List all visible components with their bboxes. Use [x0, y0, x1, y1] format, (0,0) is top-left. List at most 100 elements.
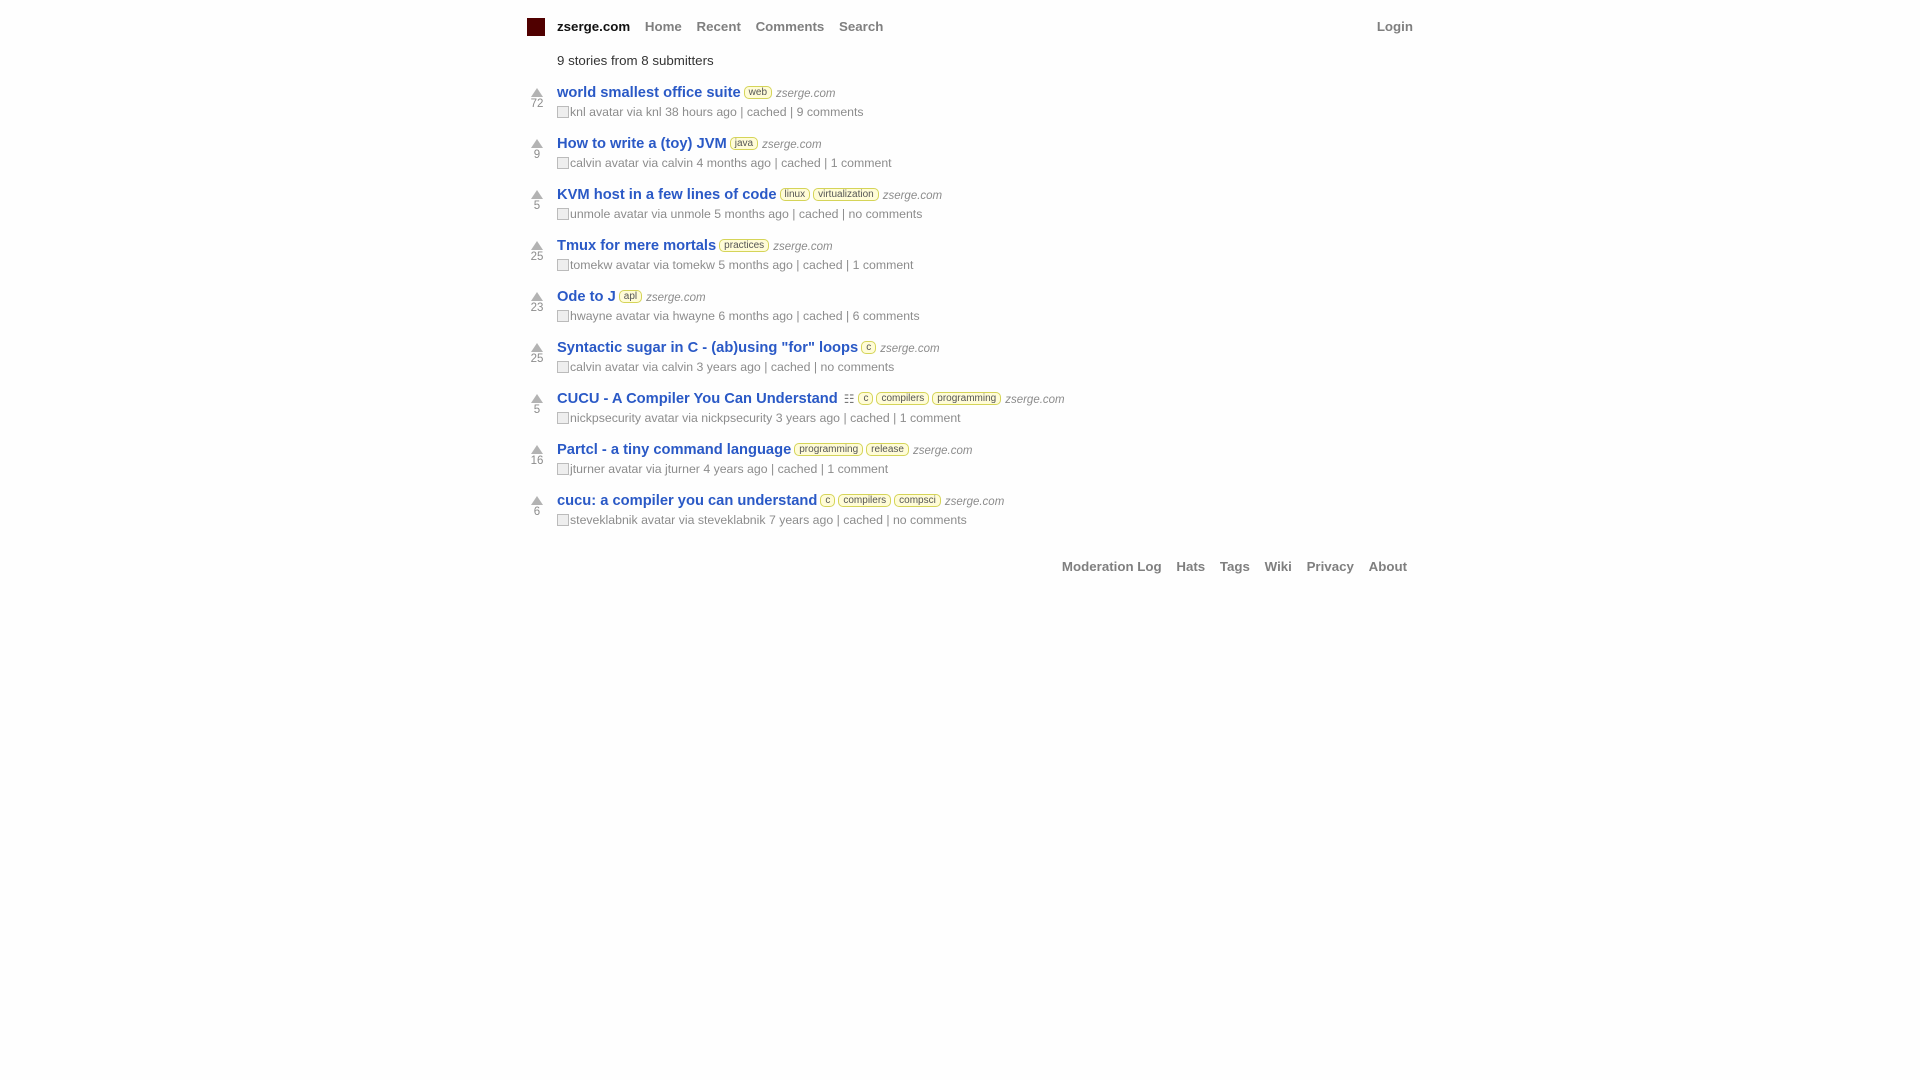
story-time: 38 hours ago [665, 105, 737, 119]
story-domain-link[interactable]: zserge.com [913, 445, 972, 457]
cached-link[interactable]: cached [778, 462, 818, 476]
upvote-arrow-icon[interactable] [531, 292, 543, 301]
tag-link[interactable]: virtualization [813, 188, 879, 201]
comments-link[interactable]: 1 comment [827, 462, 888, 476]
story-byline: hwayne avatar via hwayne 6 months ago | … [557, 308, 920, 324]
cached-link[interactable]: cached [747, 105, 787, 119]
tag-link[interactable]: c [820, 494, 836, 507]
site-logo[interactable] [527, 18, 545, 36]
tag-link[interactable]: compilers [876, 392, 930, 405]
cached-link[interactable]: cached [803, 258, 843, 272]
footer-moderation-log-link[interactable]: Moderation Log [1062, 559, 1162, 574]
nav-home-link[interactable]: Home [645, 18, 682, 36]
site-name-link[interactable]: zserge.com [557, 18, 630, 36]
description-icon[interactable]: ☷ [844, 392, 855, 406]
story-byline: calvin avatar via calvin 3 years ago | c… [557, 359, 940, 375]
tag-link[interactable]: linux [779, 188, 811, 201]
submitter-link[interactable]: steveklabnik [698, 513, 766, 527]
submitter-link[interactable]: calvin [662, 156, 693, 170]
avatar: calvin avatar [557, 360, 639, 374]
via-label: via [642, 156, 659, 170]
tag-link[interactable]: java [729, 137, 759, 150]
tag-link[interactable]: compsci [894, 494, 941, 507]
story-title-link[interactable]: Syntactic sugar in C - (ab)using "for" l… [557, 340, 858, 356]
footer-hats-link[interactable]: Hats [1176, 559, 1205, 574]
footer-wiki-link[interactable]: Wiki [1265, 559, 1292, 574]
comments-link[interactable]: 6 comments [853, 309, 920, 323]
tag-link[interactable]: apl [618, 290, 643, 303]
story-domain-link[interactable]: zserge.com [776, 88, 835, 100]
story-row: 25 Tmux for mere mortals practices zserge.c… [527, 237, 1413, 288]
tag-link[interactable]: programming [932, 392, 1002, 405]
comments-link[interactable]: 1 comment [831, 156, 892, 170]
stories-summary: 9 stories from 8 submitters [557, 53, 714, 68]
submitter-link[interactable]: tomekw [673, 258, 715, 272]
upvote-arrow-icon[interactable] [531, 241, 543, 250]
footer-tags-link[interactable]: Tags [1220, 559, 1250, 574]
tag-link[interactable]: web [743, 86, 773, 99]
upvote-arrow-icon[interactable] [531, 190, 543, 199]
story-domain-link[interactable]: zserge.com [883, 190, 942, 202]
story-title-link[interactable]: CUCU - A Compiler You Can Understand [557, 391, 838, 407]
story-title-link[interactable]: world smallest office suite [557, 85, 741, 101]
upvote-arrow-icon[interactable] [531, 88, 543, 97]
nav-comments-link[interactable]: Comments [756, 18, 825, 36]
submitter-link[interactable]: knl [646, 105, 662, 119]
cached-link[interactable]: cached [843, 513, 883, 527]
comments-link[interactable]: no comments [849, 207, 923, 221]
broken-image-icon [557, 514, 569, 526]
tag-link[interactable]: compilers [838, 494, 892, 507]
story-domain-link[interactable]: zserge.com [762, 139, 821, 151]
story-domain-link[interactable]: zserge.com [1005, 394, 1064, 406]
submitter-link[interactable]: unmole [671, 207, 711, 221]
cached-link[interactable]: cached [799, 207, 839, 221]
nav-search-link[interactable]: Search [839, 18, 883, 36]
voter: 25 [527, 237, 547, 264]
upvote-arrow-icon[interactable] [531, 394, 543, 403]
cached-link[interactable]: cached [781, 156, 821, 170]
submitter-link[interactable]: nickpsecurity [701, 411, 772, 425]
story-title-link[interactable]: Tmux for mere mortals [557, 238, 716, 254]
submitter-link[interactable]: jturner [665, 462, 700, 476]
tag-link[interactable]: c [858, 392, 874, 405]
byline-separator: | [796, 309, 800, 323]
story-title-link[interactable]: KVM host in a few lines of code [557, 187, 777, 203]
tag-link[interactable]: practices [719, 239, 770, 252]
upvote-arrow-icon[interactable] [531, 445, 543, 454]
story-title-link[interactable]: cucu: a compiler you can understand [557, 493, 817, 509]
upvote-arrow-icon[interactable] [531, 139, 543, 148]
comments-link[interactable]: 9 comments [797, 105, 864, 119]
tag-link[interactable]: c [861, 341, 877, 354]
cached-link[interactable]: cached [803, 309, 843, 323]
byline-separator: | [774, 156, 778, 170]
story-byline: unmole avatar via unmole 5 months ago | … [557, 206, 942, 222]
upvote-arrow-icon[interactable] [531, 343, 543, 352]
cached-link[interactable]: cached [850, 411, 890, 425]
cached-link[interactable]: cached [771, 360, 811, 374]
tag-link[interactable]: release [866, 443, 909, 456]
upvote-arrow-icon[interactable] [531, 496, 543, 505]
submitter-link[interactable]: calvin [662, 360, 693, 374]
login-link[interactable]: Login [1377, 18, 1413, 36]
avatar: hwayne avatar [557, 309, 650, 323]
story-title-link[interactable]: How to write a (toy) JVM [557, 136, 727, 152]
nav-recent-link[interactable]: Recent [697, 18, 741, 36]
comments-link[interactable]: no comments [893, 513, 967, 527]
story-domain-link[interactable]: zserge.com [945, 496, 1004, 508]
comments-link[interactable]: 1 comment [900, 411, 961, 425]
comments-link[interactable]: no comments [821, 360, 895, 374]
footer-about-link[interactable]: About [1369, 559, 1407, 574]
story-domain-link[interactable]: zserge.com [773, 241, 832, 253]
footer-privacy-link[interactable]: Privacy [1307, 559, 1354, 574]
story-domain-link[interactable]: zserge.com [880, 343, 939, 355]
tag-link[interactable]: programming [794, 443, 864, 456]
story-domain-link[interactable]: zserge.com [646, 292, 705, 304]
story-score: 9 [533, 149, 541, 161]
story-row: 72 world smallest office suite web zserge.c… [527, 84, 1413, 135]
story-title-link[interactable]: Partcl - a tiny command language [557, 442, 791, 458]
submitter-link[interactable]: hwayne [673, 309, 715, 323]
story-time: 4 months ago [696, 156, 772, 170]
comments-link[interactable]: 1 comment [853, 258, 914, 272]
story-title-link[interactable]: Ode to J [557, 289, 616, 305]
byline-separator: | [820, 462, 824, 476]
